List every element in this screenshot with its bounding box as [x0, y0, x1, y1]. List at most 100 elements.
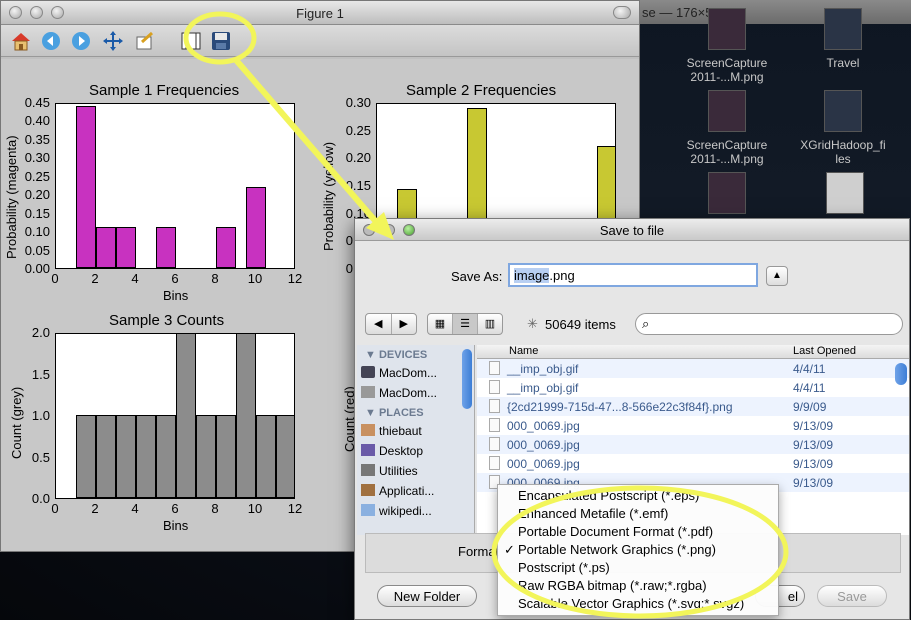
file-date: 9/13/09 — [793, 476, 834, 490]
sidebar: ▼ DEVICES MacDom... MacDom... ▼ PLACES t… — [357, 345, 475, 535]
format-option[interactable]: Scalable Vector Graphics (*.svg;*.svgz) — [498, 596, 778, 614]
sidebar-item-device[interactable]: MacDom... — [357, 363, 474, 383]
image-thumbnail-icon[interactable] — [708, 172, 746, 214]
file-list-scrollbar[interactable] — [895, 363, 907, 385]
bar — [96, 415, 116, 498]
y-tick-label: 0.30 — [24, 150, 50, 166]
zoom-icon[interactable] — [133, 29, 157, 53]
format-option[interactable]: Encapsulated Postscript (*.eps) — [498, 488, 778, 506]
chart-title: Sample 2 Frequencies — [406, 82, 557, 99]
sidebar-header-devices: ▼ DEVICES — [365, 349, 428, 361]
y-tick-label: 0.40 — [24, 113, 50, 129]
desktop-icon-travel[interactable]: Travel — [788, 8, 898, 70]
minimize-window-button[interactable] — [383, 224, 395, 236]
y-tick-label: 0.45 — [24, 95, 50, 110]
document-icon[interactable] — [826, 172, 864, 214]
expand-dialog-button[interactable]: ▲ — [766, 266, 788, 286]
format-dropdown-menu: Encapsulated Postscript (*.eps) Enhanced … — [497, 484, 779, 616]
zoom-window-button[interactable] — [403, 224, 415, 236]
icon-view-icon[interactable]: ▦ — [428, 314, 453, 334]
save-icon[interactable] — [209, 29, 233, 53]
sidebar-scrollbar[interactable] — [462, 349, 472, 409]
filename-extension: .png — [549, 268, 575, 283]
format-option[interactable]: Enhanced Metafile (*.emf) — [498, 506, 778, 524]
filename-base: image — [514, 268, 550, 283]
file-icon — [489, 399, 500, 413]
desktop-icon-screencapture-2[interactable]: ScreenCapture 2011-...M.png — [672, 90, 782, 166]
format-option-label: Scalable Vector Graphics (*.svg;*.svgz) — [518, 596, 745, 611]
back-arrow-icon[interactable] — [39, 29, 63, 53]
y-tick-label: 1.0 — [31, 408, 50, 423]
file-date: 4/4/11 — [793, 362, 826, 376]
file-row[interactable]: __imp_obj.gif 4/4/11 — [477, 378, 909, 397]
file-list-header: Name Last Opened — [477, 345, 909, 359]
close-window-button[interactable] — [363, 224, 375, 236]
bar — [76, 415, 96, 498]
new-folder-button[interactable]: New Folder — [377, 585, 477, 607]
save-button[interactable]: Save — [817, 585, 887, 607]
zoom-window-button[interactable] — [51, 6, 64, 19]
y-tick-label: 0.25 — [345, 122, 371, 138]
minimize-window-button[interactable] — [30, 6, 43, 19]
y-tick-label: 0.15 — [24, 205, 50, 221]
desktop-icon-label: XGridHadoop_fi — [800, 138, 886, 152]
y-tick-label: 0.20 — [24, 187, 50, 203]
y-tick-label: 0.20 — [345, 150, 371, 166]
x-axis-label: Bins — [163, 518, 189, 533]
sidebar-item-home[interactable]: thiebaut — [357, 421, 474, 441]
utilities-icon — [361, 464, 375, 476]
chart-title: Sample 3 Counts — [109, 312, 225, 329]
sidebar-item-device[interactable]: MacDom... — [357, 383, 474, 403]
sidebar-item-applications[interactable]: Applicati... — [357, 481, 474, 501]
desktop-icon-screencapture-1[interactable]: ScreenCapture 2011-...M.png — [672, 8, 782, 84]
format-option[interactable]: Postscript (*.ps) — [498, 560, 778, 578]
figure-toolbar — [1, 25, 639, 57]
bar — [236, 334, 256, 498]
checkmark-icon: ✓ — [504, 542, 515, 557]
subplots-icon[interactable] — [179, 29, 203, 53]
window-resize-pill[interactable] — [613, 6, 631, 19]
pan-icon[interactable] — [101, 29, 125, 53]
home-icon[interactable] — [9, 29, 33, 53]
bar — [156, 415, 176, 498]
sidebar-item-wikipedia[interactable]: wikipedi... — [357, 501, 474, 521]
file-row[interactable]: {2cd21999-715d-47...8-566e22c3f84f}.png 9… — [477, 397, 909, 416]
close-window-button[interactable] — [9, 6, 22, 19]
forward-arrow-icon[interactable]: ▶ — [392, 314, 417, 334]
forward-arrow-icon[interactable] — [69, 29, 93, 53]
file-name: 000_0069.jpg — [507, 438, 580, 452]
back-arrow-icon[interactable]: ◀ — [366, 314, 392, 334]
dialog-titlebar: Save to file — [355, 219, 909, 241]
search-icon: ⌕ — [642, 316, 650, 331]
folder-icon — [361, 504, 375, 516]
y-tick-label: 0.15 — [345, 178, 371, 193]
view-mode-control: ▦ ☰ ▥ — [427, 313, 503, 335]
format-option[interactable]: Portable Document Format (*.pdf) — [498, 524, 778, 542]
format-option[interactable]: ✓ Portable Network Graphics (*.png) — [498, 542, 778, 560]
y-tick-label: 0.30 — [345, 95, 371, 110]
y-tick-label: 1.5 — [31, 366, 50, 382]
x-tick-label: 4 — [131, 501, 139, 516]
sidebar-item-desktop[interactable]: Desktop — [357, 441, 474, 461]
column-view-icon[interactable]: ▥ — [478, 314, 502, 334]
x-tick-label: 0 — [51, 271, 59, 286]
desktop-icon-label: Travel — [826, 56, 860, 70]
file-date: 4/4/11 — [793, 381, 826, 395]
bar — [116, 227, 136, 268]
sidebar-item-utilities[interactable]: Utilities — [357, 461, 474, 481]
file-row[interactable]: __imp_obj.gif 4/4/11 — [477, 359, 909, 378]
column-header-name[interactable]: Name — [509, 345, 538, 357]
x-tick-label: 2 — [91, 271, 99, 286]
format-option[interactable]: Raw RGBA bitmap (*.raw;*.rgba) — [498, 578, 778, 596]
list-view-icon[interactable]: ☰ — [453, 314, 478, 334]
column-header-date[interactable]: Last Opened — [793, 345, 856, 357]
y-tick-label: 0.10 — [24, 224, 50, 240]
filename-field[interactable]: image.png — [508, 263, 758, 287]
format-option-label: Raw RGBA bitmap (*.raw;*.rgba) — [518, 578, 707, 593]
desktop-icon-xgridhadoop[interactable]: XGridHadoop_fi les — [788, 90, 898, 166]
search-input[interactable]: ⌕ — [635, 313, 903, 335]
file-row[interactable]: 000_0069.jpg 9/13/09 — [477, 435, 909, 454]
file-row[interactable]: 000_0069.jpg 9/13/09 — [477, 454, 909, 473]
file-row[interactable]: 000_0069.jpg 9/13/09 — [477, 416, 909, 435]
bar — [116, 415, 136, 498]
